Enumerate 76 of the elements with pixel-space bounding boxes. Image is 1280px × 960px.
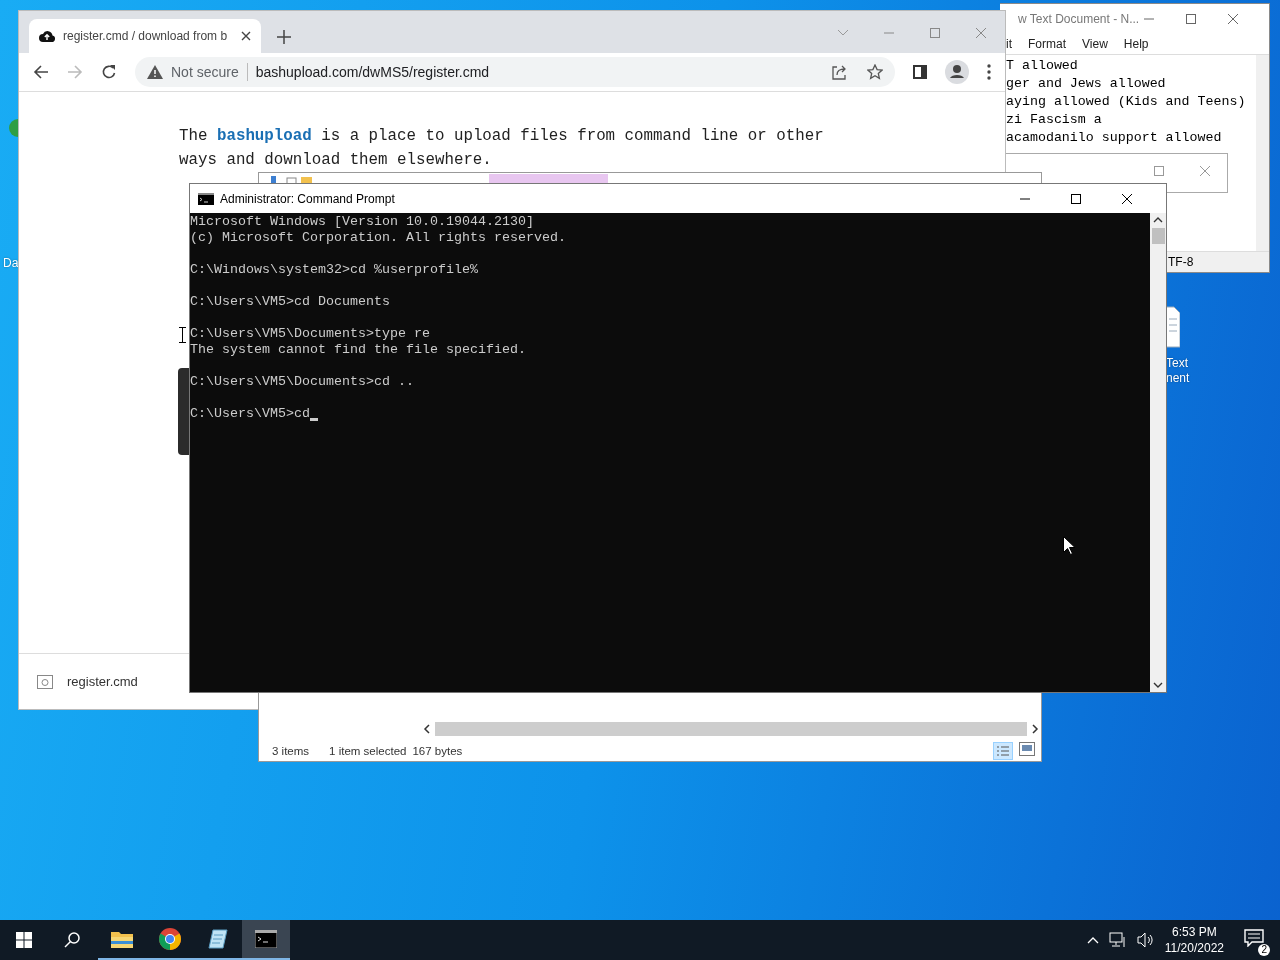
taskbar-button[interactable] [242,920,290,960]
message-icon [1244,928,1264,947]
star-icon[interactable] [867,64,883,80]
console-line: C:\Users\VM5>cd [190,406,310,422]
item-count: 3 items [272,745,310,757]
tab-title: register.cmd / download from b [63,29,229,43]
console-line: Microsoft Windows [Version 10.0.19044.2130] [190,214,535,230]
cloud-upload-icon [39,29,55,43]
plus-icon[interactable] [277,30,291,44]
desktop-icon-label: Da [3,256,19,270]
menu-icon[interactable] [987,64,991,80]
console-line: C:\Windows\system32>cd %userprofile% [190,262,479,278]
url-text: bashupload.com/dwMS5/register.cmd [255,64,491,80]
close-icon[interactable] [1121,192,1133,205]
desktop-icon-label: Text [1166,356,1188,370]
scrollbar-thumb[interactable] [435,722,1027,736]
terminal-icon [198,192,214,205]
menu-item[interactable]: View [1082,37,1108,51]
console-line: The system cannot find the file specified. [190,342,527,358]
search-icon [63,931,81,949]
file-icon [37,674,53,689]
volume-icon[interactable] [1136,932,1155,948]
scrollbar-thumb[interactable] [1151,228,1165,244]
share-icon[interactable] [831,64,847,80]
text-line: acamodanilo support allowed [1006,129,1223,147]
back-icon[interactable] [33,64,49,80]
encoding-label: TF-8 [1168,255,1194,269]
selection-status: 1 item selected [329,745,407,757]
text-line: T allowed [1006,57,1079,75]
text-cursor-icon [179,327,186,343]
desktop-icon-label: nent [1166,371,1190,385]
clock-time: 6:53 PM [1172,924,1217,940]
console-line: (c) Microsoft Corporation. All rights reserved. [190,230,567,246]
windows-icon [16,932,32,948]
intro-text: The bashupload is a place to upload files from command line or other ways and download them elsewhere. [179,126,825,171]
close-icon[interactable] [241,31,251,41]
menu-item[interactable]: Help [1123,37,1149,51]
folder-icon [110,929,134,949]
text-line: aying allowed (Kids and Teens) [1006,93,1247,111]
bashupload-link[interactable]: bashupload [216,127,312,145]
download-item[interactable]: register.cmd [67,674,138,689]
side-panel-icon[interactable] [913,65,927,79]
scroll-down-icon[interactable] [1153,681,1163,689]
console-line: C:\Users\VM5>cd Documents [190,294,391,310]
maximize-icon[interactable] [1070,192,1082,205]
menu-item[interactable]: it [1006,37,1012,51]
address-bar[interactable]: Not secure bashupload.com/dwMS5/register.cmd [135,57,895,87]
browser-tab[interactable]: register.cmd / download from b [29,19,261,53]
console-line: C:\Users\VM5\Documents>cd .. [190,374,415,390]
security-label: Not secure [171,64,239,80]
caret-icon [310,418,318,421]
notifications-button[interactable]: 2 [1242,924,1270,956]
menu-item[interactable]: Format [1028,37,1066,51]
window-title: Administrator: Command Prompt [220,191,396,206]
reload-icon[interactable] [101,64,117,80]
selection-size: 167 bytes [412,745,463,757]
console-line: C:\Users\VM5\Documents>type re [190,326,431,342]
chevron-up-icon[interactable] [1086,936,1099,944]
network-icon[interactable] [1108,932,1127,948]
scroll-left-icon[interactable] [421,723,433,735]
profile-icon[interactable] [945,60,969,84]
window-title: w Text Document - N... [1018,12,1141,26]
mouse-pointer-icon [1063,536,1075,555]
text-line: ger and Jews allowed [1006,75,1167,93]
notification-count: 2 [1258,943,1270,956]
terminal-icon [255,930,277,948]
notepad-icon [207,928,229,950]
clock-date: 11/20/2022 [1164,940,1224,956]
chrome-icon [158,927,182,951]
text-line: zi Fascism a [1006,111,1103,129]
thumbnail-view-icon[interactable] [1019,742,1035,756]
scrollbar-track[interactable] [1256,55,1269,251]
scroll-right-icon[interactable] [1029,723,1041,735]
warning-icon [147,65,163,79]
scroll-up-icon[interactable] [1153,216,1163,224]
clock[interactable]: 6:53 PM 11/20/2022 [1164,924,1224,956]
